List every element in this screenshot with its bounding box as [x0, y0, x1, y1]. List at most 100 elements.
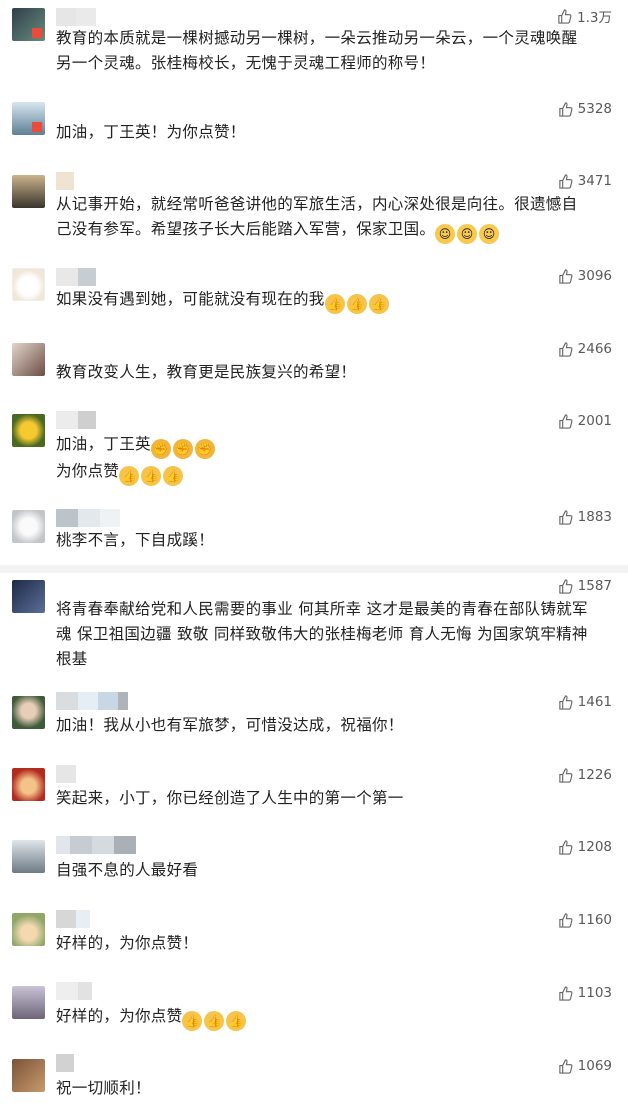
avatar[interactable]: [12, 8, 45, 41]
username-blurred[interactable]: [56, 1054, 74, 1072]
username-blurred[interactable]: [56, 172, 74, 190]
comment-text: 加油！我从小也有军旅梦，可惜没达成，祝福你！: [56, 713, 606, 738]
comment-text: 如果没有遇到她，可能就没有现在的我 👍 👍 👍: [56, 287, 606, 314]
like-count: 1208: [577, 839, 612, 855]
username-blurred[interactable]: [56, 8, 96, 26]
username-blurred[interactable]: [56, 692, 128, 710]
avatar[interactable]: [12, 913, 45, 946]
comment-line: 桃李不言，下自成蹊！: [56, 531, 215, 549]
like-button[interactable]: 1.3万: [557, 6, 612, 26]
comment-text: 教育改变人生，教育更是民族复兴的希望！: [56, 360, 606, 385]
avatar[interactable]: [12, 580, 45, 613]
like-count: 1883: [577, 509, 612, 525]
like-button[interactable]: 1226: [558, 767, 612, 783]
like-button[interactable]: 1160: [558, 912, 612, 928]
avatar[interactable]: [12, 696, 45, 729]
thumbs-up-outline-icon: [558, 8, 572, 24]
thumbs-up-emoji: 👍: [226, 1011, 247, 1031]
like-count: 1461: [577, 694, 612, 710]
comment-line: 另一个灵魂。张桂梅校长，无愧于灵魂工程师的称号！: [56, 54, 436, 72]
avatar[interactable]: [12, 414, 45, 447]
comment-text: 好样的，为你点赞！: [56, 931, 606, 956]
username-blurred[interactable]: [56, 411, 96, 429]
thumbs-up-outline-icon: [558, 341, 573, 357]
comment-line: 好样的，为你点赞: [56, 1007, 183, 1025]
comment-text: 好样的，为你点赞 👍 👍 👍: [56, 1004, 606, 1031]
like-count: 2001: [577, 413, 612, 429]
thumbs-up-emoji: 👍: [141, 466, 162, 486]
thumbs-up-outline-icon: [558, 413, 573, 429]
thumbs-up-outline-icon: [558, 101, 573, 117]
fist-emoji: ✊: [194, 439, 215, 459]
username-blurred[interactable]: [56, 509, 120, 527]
comment-line: 将青春奉献给党和人民需要的事业 何其所幸 这才是最美的青春在部队铸就军: [56, 600, 588, 618]
comment-line: 教育改变人生，教育更是民族复兴的希望！: [56, 363, 357, 381]
comment-line: 加油，丁王英！为你点赞！: [56, 123, 246, 141]
avatar[interactable]: [12, 1059, 45, 1092]
thumbs-up-outline-icon: [558, 578, 573, 594]
thumbs-up-outline-icon: [558, 912, 573, 928]
username-blurred[interactable]: [56, 982, 92, 1000]
comment-text: 加油，丁王英 ✊ ✊ ✊ 为你点赞 👍 👍 👍: [56, 432, 606, 486]
like-button[interactable]: 2466: [558, 341, 612, 357]
comment-line: 己没有参军。希望孩子长大后能踏入军营，保家卫国。: [56, 220, 436, 238]
comment-line: 为你点赞: [56, 462, 120, 480]
fist-emoji: ✊: [150, 439, 171, 459]
like-button[interactable]: 5328: [558, 101, 612, 117]
comment-line: 好样的，为你点赞！: [56, 934, 199, 952]
thumbs-up-emoji: 👍: [182, 1011, 203, 1031]
avatar[interactable]: [12, 510, 45, 543]
like-count: 2466: [577, 341, 612, 357]
thumbs-up-outline-icon: [558, 509, 573, 525]
username-blurred[interactable]: [56, 910, 90, 928]
username-blurred[interactable]: [56, 268, 96, 286]
like-count: 1069: [577, 1058, 612, 1074]
like-button[interactable]: 1069: [558, 1058, 612, 1074]
thumbs-up-emoji: 👍: [119, 466, 140, 486]
like-button[interactable]: 3096: [558, 268, 612, 284]
avatar[interactable]: [12, 102, 45, 135]
like-button[interactable]: 1208: [558, 839, 612, 855]
thumbs-up-outline-icon: [558, 173, 573, 189]
section-divider: [0, 565, 628, 573]
comment-line: 笑起来，小丁，你已经创造了人生中的第一个第一: [56, 789, 404, 807]
avatar[interactable]: [12, 175, 45, 208]
thumbs-up-emoji: 👍: [368, 294, 389, 314]
username-blurred[interactable]: [56, 100, 57, 118]
comment-text: 从记事开始，就经常听爸爸讲他的军旅生活，内心深处很是向往。很遗憾自 己没有参军。…: [56, 192, 606, 244]
like-count: 3471: [577, 173, 612, 189]
thumbs-up-outline-icon: [558, 268, 573, 284]
like-count: 1.3万: [577, 10, 612, 26]
comment-line: 自强不息的人最好看: [56, 861, 199, 879]
like-count: 1587: [577, 578, 612, 594]
avatar[interactable]: [12, 268, 45, 301]
salute-emoji: ☺: [479, 224, 500, 244]
avatar[interactable]: [12, 986, 45, 1019]
like-button[interactable]: 1883: [558, 509, 612, 525]
comment-text: 桃李不言，下自成蹊！: [56, 528, 606, 553]
avatar[interactable]: [12, 840, 45, 873]
comment-line: 加油！我从小也有军旅梦，可惜没达成，祝福你！: [56, 716, 404, 734]
salute-emoji: ☺: [435, 224, 456, 244]
comment-text: 教育的本质就是一棵树撼动另一棵树，一朵云推动另一朵云，一个灵魂唤醒 另一个灵魂。…: [56, 26, 606, 76]
avatar[interactable]: [12, 768, 45, 801]
like-button[interactable]: 3471: [558, 173, 612, 189]
salute-emoji: ☺: [457, 224, 478, 244]
badge-icon: [32, 122, 42, 132]
avatar[interactable]: [12, 343, 45, 376]
username-blurred[interactable]: [56, 836, 136, 854]
badge-icon: [32, 28, 42, 38]
thumbs-up-outline-icon: [558, 1058, 573, 1074]
like-button[interactable]: 1461: [558, 694, 612, 710]
comment-text: 将青春奉献给党和人民需要的事业 何其所幸 这才是最美的青春在部队铸就军 魂 保卫…: [56, 597, 606, 672]
like-button[interactable]: 1103: [558, 985, 612, 1001]
like-count: 3096: [577, 268, 612, 284]
comment-line: 加油，丁王英: [56, 435, 151, 453]
username-blurred[interactable]: [56, 765, 76, 783]
comment-line: 根基: [56, 650, 88, 668]
like-button[interactable]: 2001: [558, 413, 612, 429]
thumbs-up-emoji: 👍: [324, 294, 345, 314]
comment-line: 祝一切顺利！: [56, 1079, 151, 1097]
thumbs-up-outline-icon: [558, 839, 573, 855]
like-button[interactable]: 1587: [558, 578, 612, 594]
